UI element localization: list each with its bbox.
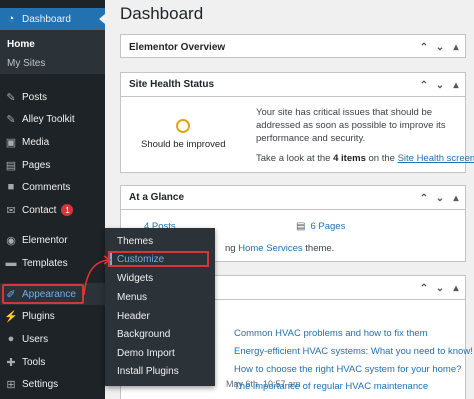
flyout-item-themes[interactable]: Themes (117, 236, 153, 247)
wrench-icon: ✚ (6, 356, 16, 369)
appearance-highlight-box (2, 284, 84, 304)
sidebar-item-label: Elementor (22, 234, 68, 246)
annotation-arrow (83, 255, 112, 296)
chevron-down-icon[interactable]: ⌄ (435, 283, 445, 294)
sidebar-item-contact[interactable]: ✉ Contact 1 (0, 199, 105, 221)
caret-up-icon[interactable]: ▴ (451, 193, 461, 204)
sidebar-item-label: Tools (22, 356, 46, 368)
news-link[interactable]: How to choose the right HVAC system for … (234, 364, 461, 375)
caret-up-icon[interactable]: ▴ (451, 80, 461, 91)
sidebar-item-label: Alley Toolkit (22, 113, 75, 125)
health-look-line: Take a look at the 4 items on the Site H… (256, 153, 474, 164)
pin-icon: ✎ (6, 113, 16, 126)
items-count: 4 items (333, 153, 366, 164)
pages-icon: ▤ (5, 159, 17, 172)
health-status-label: Should be improved (141, 139, 226, 150)
chevron-up-icon[interactable]: ⌃ (419, 42, 429, 53)
panel-title: Site Health Status (129, 79, 215, 90)
dashboard-icon: ◔ (7, 13, 15, 25)
settings-icon: ⊞ (6, 378, 16, 391)
news-link[interactable]: Energy-efficient HVAC systems: What you … (234, 346, 473, 357)
plug-icon: ⚡ (4, 310, 18, 323)
site-health-panel: Site Health Status ⌃ ⌄ ▴ Should be impro… (120, 72, 474, 173)
chevron-up-icon[interactable]: ⌃ (419, 80, 429, 91)
notification-badge: 1 (61, 204, 74, 216)
sidebar-item-label: Posts (22, 91, 48, 103)
sidebar-item-label: Dashboard (22, 13, 71, 25)
sidebar-item-elementor[interactable]: ◉ Elementor (0, 229, 105, 251)
sidebar-item-pages[interactable]: ▤ Pages (0, 154, 105, 176)
news-link[interactable]: Common HVAC problems and how to fix them (234, 328, 428, 339)
sidebar-item-alley-toolkit[interactable]: ✎ Alley Toolkit (0, 108, 105, 130)
chevron-down-icon[interactable]: ⌄ (435, 193, 445, 204)
health-status-ring (176, 119, 190, 133)
flyout-item-background[interactable]: Background (117, 329, 170, 340)
chevron-down-icon[interactable]: ⌄ (435, 80, 445, 91)
submenu-home[interactable]: Home (7, 39, 35, 50)
panel-controls: ⌃ ⌄ ▴ (419, 186, 461, 210)
sidebar-item-label: Contact (22, 204, 57, 216)
health-message: Your site has critical issues that shoul… (256, 107, 446, 144)
submenu-my-sites[interactable]: My Sites (7, 58, 45, 69)
sidebar-item-users[interactable]: ● Users (0, 328, 105, 350)
sidebar-item-settings[interactable]: ⊞ Settings (0, 373, 105, 395)
sidebar-item-label: Plugins (22, 310, 55, 322)
panel-title: At a Glance (129, 192, 185, 203)
sidebar-item-label: Settings (22, 378, 59, 390)
sidebar-item-label: Media (22, 136, 50, 148)
sidebar-item-label: Comments (22, 181, 71, 193)
sidebar-item-tools[interactable]: ✚ Tools (0, 351, 105, 373)
flyout-item-install-plugins[interactable]: Install Plugins (117, 366, 179, 377)
flyout-item-header[interactable]: Header (117, 311, 150, 322)
user-icon: ● (7, 333, 15, 345)
sidebar-item-dashboard[interactable]: ◔ Dashboard (0, 8, 105, 30)
theme-info: ng Home Services theme. (225, 243, 335, 254)
flyout-item-demo-import[interactable]: Demo Import (117, 348, 175, 359)
panel-header[interactable]: At a Glance ⌃ ⌄ ▴ (121, 186, 465, 210)
appearance-flyout-menu: Themes Customize Widgets Menus Header Ba… (105, 228, 215, 386)
theme-link[interactable]: Home Services (238, 243, 302, 254)
chevron-up-icon[interactable]: ⌃ (419, 193, 429, 204)
panel-header[interactable]: Site Health Status ⌃ ⌄ ▴ (121, 73, 465, 97)
sidebar-item-plugins[interactable]: ⚡ Plugins (0, 305, 105, 327)
folder-icon: ▬ (5, 257, 17, 269)
envelope-icon: ✉ (6, 204, 16, 217)
chevron-down-icon[interactable]: ⌄ (435, 42, 445, 53)
panel-controls: ⌃ ⌄ ▴ (419, 73, 461, 97)
pages-count-link[interactable]: 6 Pages (310, 221, 345, 232)
flyout-item-menus[interactable]: Menus (117, 292, 147, 303)
panel-header[interactable]: Elementor Overview ⌃ ⌄ ▴ (121, 35, 465, 59)
caret-up-icon[interactable]: ▴ (451, 42, 461, 53)
flyout-item-widgets[interactable]: Widgets (117, 273, 153, 284)
pages-icon: ▤ (296, 221, 306, 232)
sidebar-item-label: Pages (22, 159, 51, 171)
sidebar-item-label: Users (22, 333, 49, 345)
sidebar-item-comments[interactable]: ■ Comments (0, 176, 105, 198)
elementor-overview-panel: Elementor Overview ⌃ ⌄ ▴ (120, 34, 466, 58)
comment-icon: ■ (7, 181, 15, 193)
panel-controls: ⌃ ⌄ ▴ (419, 276, 461, 300)
page-title: Dashboard (120, 4, 204, 23)
elementor-icon: ◉ (6, 234, 16, 247)
sidebar-item-media[interactable]: ▣ Media (0, 131, 105, 153)
pages-count[interactable]: ▤ 6 Pages (296, 221, 345, 232)
panel-controls: ⌃ ⌄ ▴ (419, 35, 461, 59)
site-health-link[interactable]: Site Health screen (398, 153, 474, 164)
flyout-item-customize[interactable]: Customize (117, 254, 164, 265)
pin-icon: ✎ (6, 91, 16, 104)
sidebar-item-posts[interactable]: ✎ Posts (0, 86, 105, 108)
media-icon: ▣ (5, 136, 17, 149)
chevron-up-icon[interactable]: ⌃ (419, 283, 429, 294)
news-link[interactable]: The importance of regular HVAC maintenan… (234, 381, 428, 392)
sidebar-item-label: Templates (22, 257, 68, 269)
caret-up-icon[interactable]: ▴ (451, 283, 461, 294)
panel-title: Elementor Overview (129, 41, 226, 53)
